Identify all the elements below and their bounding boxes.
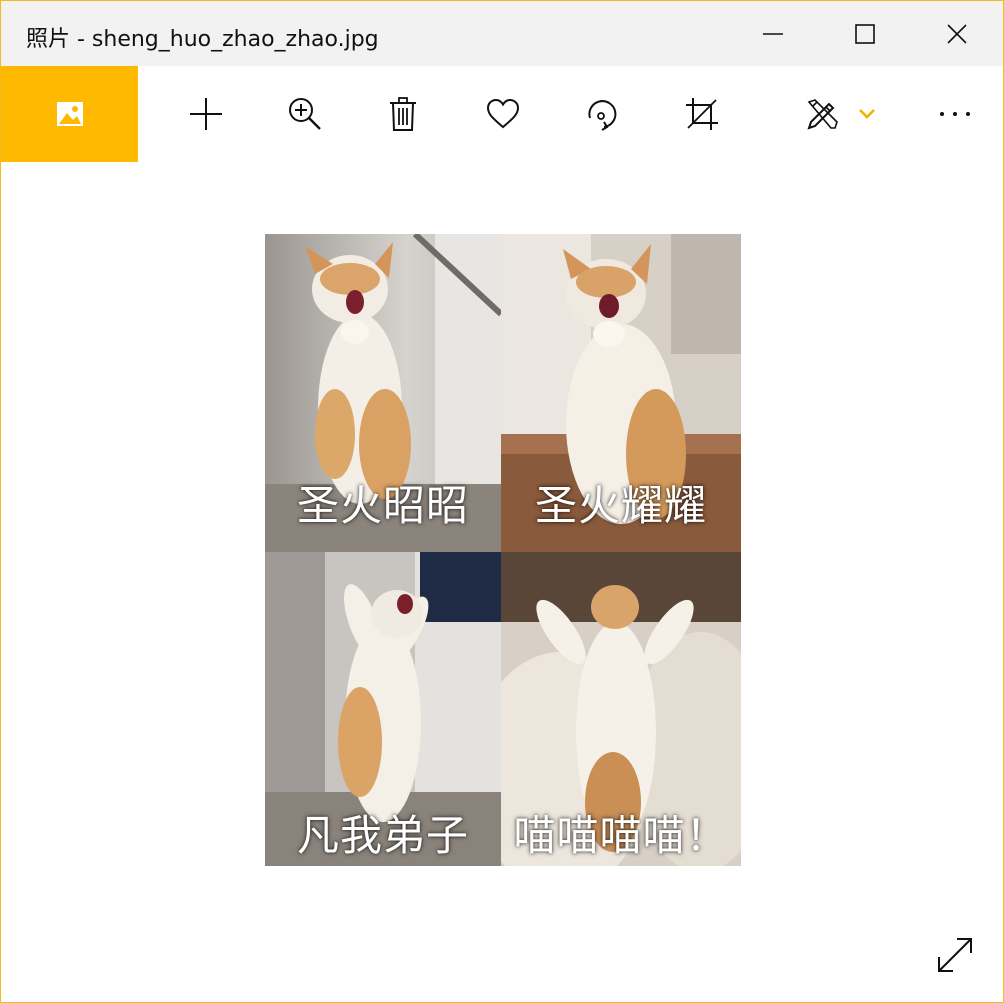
photo-viewer: 圣火昭昭 圣火耀耀 凡我弟子 喵喵喵喵！: [1, 162, 1003, 1002]
favorite-button[interactable]: [473, 66, 533, 162]
photo-panel-bottom-left: 凡我弟子: [265, 552, 501, 866]
photo-panel-top-left: 圣火昭昭: [265, 234, 501, 552]
caption-top-left: 圣火昭昭: [296, 481, 469, 530]
chevron-down-icon: [859, 109, 875, 119]
view-home-button[interactable]: [1, 66, 138, 162]
minimize-icon: [763, 32, 783, 35]
plus-icon: [190, 98, 222, 130]
more-icon: [940, 112, 970, 116]
close-icon: [947, 23, 967, 44]
more-button[interactable]: [927, 66, 983, 162]
picture-icon: [56, 102, 83, 126]
photo-panel-bottom-right: 喵喵喵喵！: [501, 552, 741, 866]
zoom-in-icon: [289, 98, 321, 130]
add-to-button[interactable]: [176, 66, 236, 162]
photo-image: 圣火昭昭 圣火耀耀 凡我弟子 喵喵喵喵！: [265, 234, 741, 866]
expand-icon: [938, 938, 972, 972]
minimize-button[interactable]: [727, 1, 819, 66]
heart-icon: [486, 98, 520, 129]
photos-app-window: 照片 - sheng_huo_zhao_zhao.jpg 圣火昭昭 圣火耀耀 凡…: [0, 0, 1004, 1003]
crop-button[interactable]: [672, 66, 732, 162]
caption-top-right: 圣火耀耀: [534, 481, 707, 530]
caption-bottom-right: 喵喵喵喵！: [513, 811, 729, 860]
window-title: 照片 - sheng_huo_zhao_zhao.jpg: [26, 27, 379, 52]
rotate-button[interactable]: [572, 66, 632, 162]
maximize-button[interactable]: [819, 1, 911, 66]
crop-icon: [686, 98, 718, 130]
edit-pen-icon: [807, 99, 838, 130]
title-bar: 照片 - sheng_huo_zhao_zhao.jpg: [1, 1, 1003, 66]
zoom-button[interactable]: [275, 66, 335, 162]
close-button[interactable]: [911, 1, 1003, 66]
photo-panel-top-right: 圣火耀耀: [501, 234, 741, 552]
caption-bottom-left: 凡我弟子: [296, 811, 469, 860]
edit-dropdown-button[interactable]: [853, 66, 881, 162]
trash-icon: [390, 97, 416, 131]
toolbar: [1, 66, 1003, 162]
edit-create-button[interactable]: [793, 66, 853, 162]
delete-button[interactable]: [373, 66, 433, 162]
maximize-icon: [855, 23, 875, 44]
fullscreen-button[interactable]: [931, 931, 979, 979]
rotate-icon: [588, 100, 617, 131]
